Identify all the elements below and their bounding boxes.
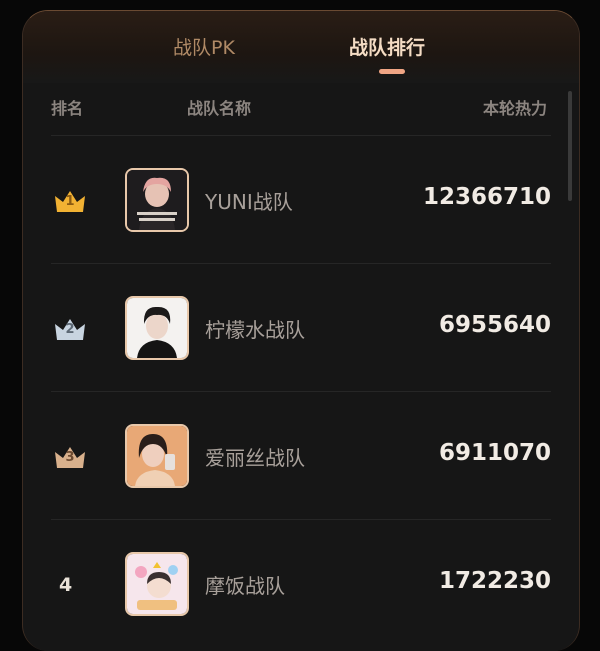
tab-bar: 战队PK 战队排行 <box>23 11 579 83</box>
team-avatar[interactable] <box>125 296 189 360</box>
silver-crown-icon: 2 <box>53 316 87 342</box>
gold-crown-icon: 1 <box>53 188 87 214</box>
team-avatar[interactable] <box>125 552 189 616</box>
heat-value: 1722230 <box>438 568 551 594</box>
scrollbar[interactable] <box>568 91 572 201</box>
tab-team-pk[interactable]: 战队PK <box>173 33 235 60</box>
team-name: 柠檬水战队 <box>205 318 305 342</box>
bronze-crown-icon: 3 <box>53 444 87 470</box>
ranking-panel: 战队PK 战队排行 排名 战队名称 本轮热力 1 YUNI战队 12366710 <box>22 10 580 651</box>
team-name: 爱丽丝战队 <box>205 446 305 470</box>
column-header-heat: 本轮热力 <box>482 99 547 118</box>
team-name: 摩饭战队 <box>205 574 285 598</box>
heat-value: 12366710 <box>422 184 551 210</box>
rank-number: 4 <box>59 574 73 596</box>
rank-number: 2 <box>65 322 75 337</box>
table-row[interactable]: 1 YUNI战队 12366710 <box>51 135 551 264</box>
column-header-rank: 排名 <box>51 99 84 118</box>
heat-value: 6955640 <box>438 312 551 338</box>
tab-team-ranking[interactable]: 战队排行 <box>349 33 425 60</box>
team-avatar[interactable] <box>125 168 189 232</box>
table-row[interactable]: 2 柠檬水战队 6955640 <box>51 263 551 392</box>
team-name: YUNI战队 <box>205 190 293 214</box>
table-row[interactable]: 3 爱丽丝战队 6911070 <box>51 391 551 520</box>
rank-number: 3 <box>65 450 75 465</box>
table-row[interactable]: 4 摩饭战队 1722230 <box>51 519 551 648</box>
rank-number: 1 <box>65 194 75 209</box>
heat-value: 6911070 <box>438 440 551 466</box>
column-header-team-name: 战队名称 <box>187 99 252 118</box>
team-avatar[interactable] <box>125 424 189 488</box>
active-tab-indicator <box>379 69 405 74</box>
